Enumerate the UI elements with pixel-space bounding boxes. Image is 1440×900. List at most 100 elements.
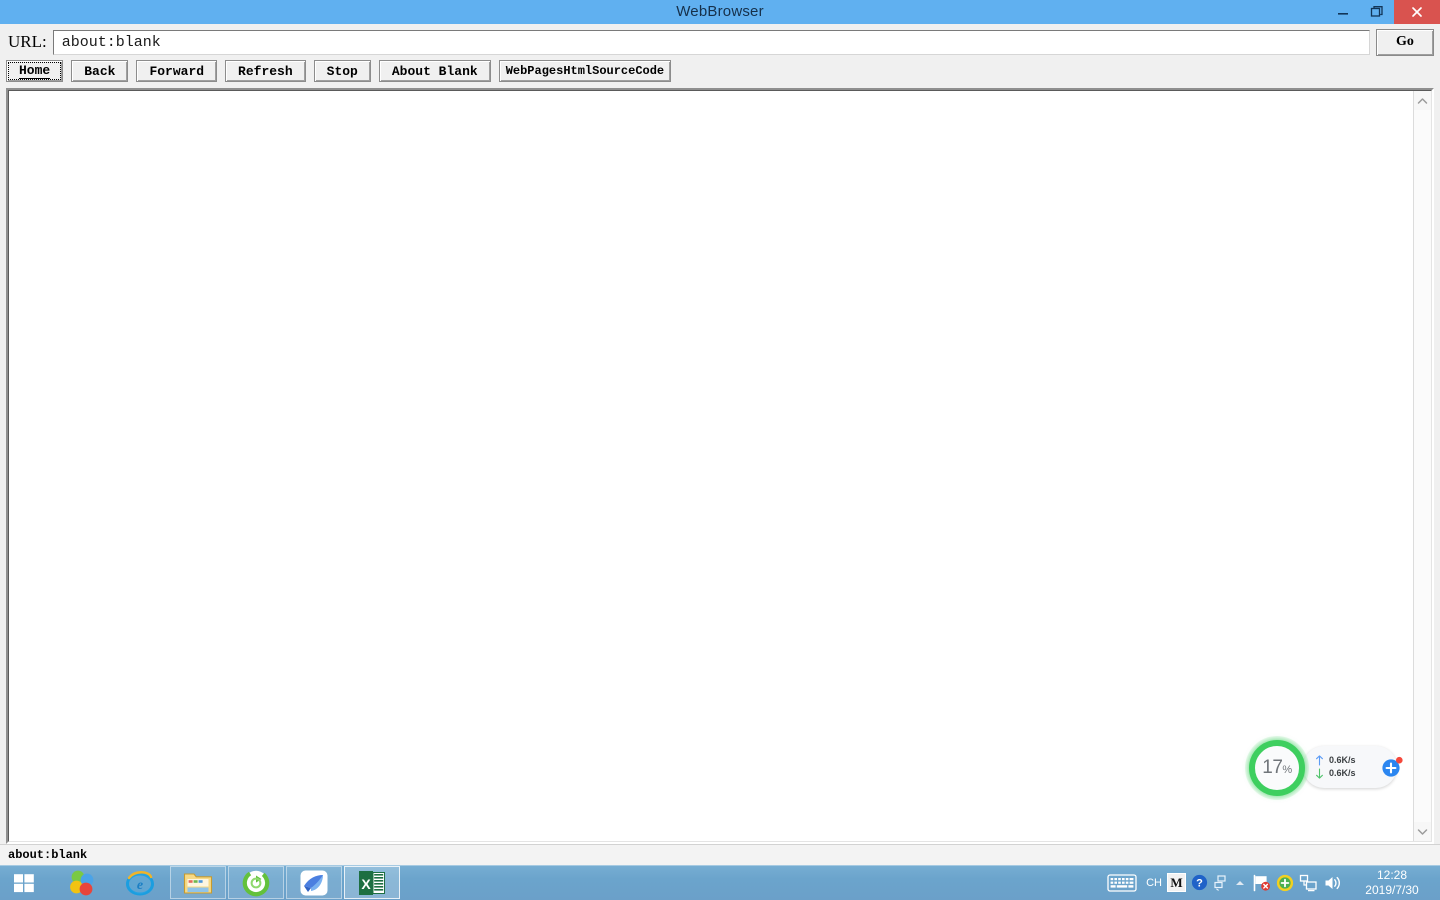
network-tray-icon	[1214, 875, 1226, 891]
windows-logo-icon	[14, 873, 34, 892]
ime-mode-indicator[interactable]: M	[1167, 873, 1186, 892]
help-tray-button[interactable]: ?	[1191, 874, 1208, 891]
show-hidden-icons-button[interactable]	[1233, 876, 1247, 890]
usage-percent: 17%	[1262, 757, 1292, 779]
about-blank-button-label: About Blank	[391, 63, 478, 79]
ime-language-indicator[interactable]: CH	[1146, 877, 1162, 889]
clock-date: 2019/7/30	[1365, 882, 1419, 897]
taskbar: e X CH M ? 12:28 2019/7/30	[0, 865, 1440, 900]
download-rate-value: 0.6K/s	[1329, 768, 1356, 778]
url-input[interactable]: about:blank	[52, 29, 1370, 55]
taskbar-app-bird[interactable]	[286, 866, 342, 899]
taskbar-app-file-explorer[interactable]	[170, 866, 226, 899]
view-source-button[interactable]: WebPagesHtmlSourceCode	[498, 60, 672, 82]
widget-action-badge[interactable]	[1381, 756, 1403, 778]
ime-mode-label: M	[1167, 873, 1186, 892]
status-bar: about:blank	[0, 844, 1440, 865]
restore-icon	[1370, 6, 1383, 17]
security-shield-icon	[1276, 874, 1294, 891]
refresh-button[interactable]: Refresh	[225, 60, 306, 82]
vertical-scrollbar[interactable]	[1413, 91, 1431, 841]
network-speed-widget[interactable]: 0.6K/s 0.6K/s 17%	[1245, 736, 1403, 800]
window-titlebar[interactable]: WebBrowser	[0, 0, 1440, 24]
colorful-circles-icon	[70, 870, 94, 895]
svg-text:e: e	[137, 878, 143, 893]
home-button-label: Home	[19, 63, 51, 79]
ring-body: 17%	[1249, 740, 1305, 796]
upload-rate-row: 0.6K/s	[1315, 755, 1356, 766]
refresh-button-label: Refresh	[238, 63, 293, 79]
arrow-up-icon	[1316, 755, 1323, 766]
navigation-toolbar: Home Back Forward Refresh Stop About Bla…	[0, 60, 1440, 86]
go-button[interactable]: Go	[1376, 28, 1434, 56]
browser-content-frame	[6, 88, 1434, 844]
home-button[interactable]: Home	[6, 60, 64, 82]
volume-button[interactable]	[1323, 874, 1342, 892]
chevron-up-small-icon	[1236, 880, 1244, 885]
help-icon: ?	[1191, 874, 1208, 891]
ime-language-label: CH	[1146, 876, 1162, 889]
network-monitor-icon	[1299, 874, 1317, 891]
action-center-flag-icon	[1253, 874, 1270, 891]
cpu-usage-ring[interactable]: 17%	[1245, 736, 1309, 800]
forward-button-label: Forward	[149, 63, 205, 79]
taskbar-app-360-browser[interactable]	[228, 866, 284, 899]
system-tray: CH M ?	[1146, 873, 1348, 892]
excel-icon: X	[359, 870, 385, 895]
close-button[interactable]	[1394, 0, 1440, 24]
start-button[interactable]	[0, 865, 48, 900]
browser-content-inner	[8, 90, 1432, 842]
taskbar-clock[interactable]: 12:28 2019/7/30	[1348, 868, 1440, 898]
plus-circle-icon	[1382, 756, 1403, 777]
window-title: WebBrowser	[676, 3, 764, 20]
download-rate-row: 0.6K/s	[1315, 768, 1356, 779]
back-button-label: Back	[84, 63, 116, 79]
network-speed-panel[interactable]: 0.6K/s 0.6K/s	[1303, 746, 1403, 788]
usage-percent-symbol: %	[1282, 764, 1292, 776]
taskbar-app-list: e X	[54, 866, 400, 899]
status-bar-text: about:blank	[8, 848, 88, 862]
stop-button[interactable]: Stop	[313, 60, 371, 82]
green-browser-icon	[242, 869, 270, 896]
chevron-down-icon	[1417, 828, 1428, 835]
action-center-button[interactable]	[1252, 874, 1271, 892]
file-explorer-icon	[183, 872, 213, 894]
scrollbar-track[interactable]	[1414, 110, 1431, 822]
minimize-icon	[1338, 13, 1348, 15]
view-source-button-label: WebPagesHtmlSourceCode	[505, 64, 665, 78]
network-monitor-button[interactable]	[1299, 874, 1318, 892]
security-shield-button[interactable]	[1276, 874, 1294, 892]
url-label: URL:	[8, 32, 47, 51]
scroll-down-button[interactable]	[1414, 822, 1431, 841]
about-blank-button[interactable]: About Blank	[378, 60, 491, 82]
chevron-up-icon	[1417, 97, 1428, 104]
forward-button[interactable]: Forward	[136, 60, 218, 82]
scroll-up-button[interactable]	[1414, 91, 1431, 110]
screen: WebBrowser URL: about:blank Go Home Back…	[0, 0, 1440, 900]
address-bar-row: URL: about:blank Go	[0, 24, 1440, 60]
upload-rate-value: 0.6K/s	[1329, 755, 1356, 765]
svg-text:?: ?	[1196, 878, 1203, 890]
taskbar-app-excel[interactable]: X	[344, 866, 400, 899]
internet-explorer-icon: e	[126, 870, 154, 895]
arrow-down-icon	[1316, 768, 1323, 779]
network-tray-button[interactable]	[1213, 874, 1228, 891]
stop-button-label: Stop	[326, 63, 358, 79]
close-icon	[1412, 7, 1422, 17]
usage-percent-value: 17	[1262, 757, 1283, 778]
svg-text:X: X	[361, 876, 371, 892]
back-button[interactable]: Back	[71, 60, 129, 82]
restore-button[interactable]	[1360, 0, 1394, 24]
window-controls	[1326, 0, 1440, 24]
network-rates: 0.6K/s 0.6K/s	[1315, 755, 1356, 779]
minimize-button[interactable]	[1326, 0, 1360, 24]
clock-time: 12:28	[1376, 867, 1408, 882]
bird-icon	[300, 870, 328, 895]
web-page-viewport[interactable]	[9, 91, 1413, 841]
touch-keyboard-icon	[1107, 873, 1137, 892]
taskbar-app-internet-explorer[interactable]: e	[112, 866, 168, 899]
volume-icon	[1325, 876, 1340, 889]
touch-keyboard-button[interactable]	[1098, 873, 1146, 893]
taskbar-app-circles[interactable]	[54, 866, 110, 899]
webbrowser-window: WebBrowser URL: about:blank Go Home Back…	[0, 0, 1440, 865]
